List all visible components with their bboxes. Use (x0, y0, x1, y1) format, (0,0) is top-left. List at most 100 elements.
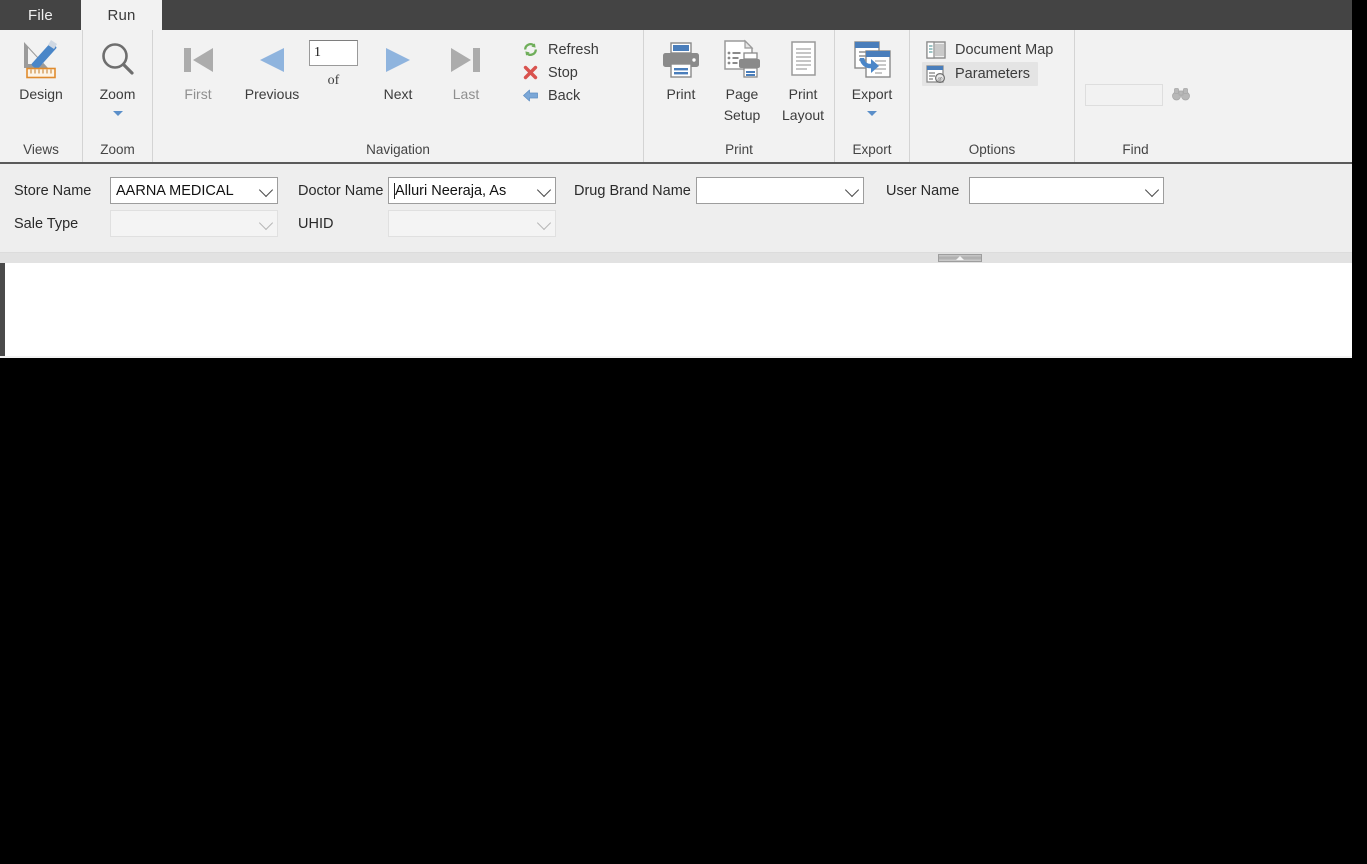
ribbon-group-find: Find (1074, 30, 1196, 162)
stop-icon (522, 64, 539, 81)
ribbon-group-print: Print Page Setup Print Layout Print (643, 30, 834, 162)
page-setup-label: Page Setup (723, 86, 761, 123)
back-button[interactable]: Back (518, 84, 607, 107)
back-arrow-icon (522, 87, 539, 104)
stop-button[interactable]: Stop (518, 61, 607, 84)
search-icon[interactable] (1171, 86, 1191, 104)
print-layout-icon (780, 38, 826, 82)
print-layout-label: Print Layout (782, 86, 825, 123)
user-name-label: User Name (886, 182, 960, 199)
store-name-value: AARNA MEDICAL (116, 182, 234, 199)
search-input[interactable] (1085, 84, 1163, 106)
print-layout-button[interactable]: Print Layout (772, 36, 834, 128)
document-map-icon (926, 41, 946, 59)
drug-brand-name-dropdown[interactable] (696, 177, 864, 204)
chevron-down-icon (844, 182, 860, 197)
tab-file-label: File (28, 6, 53, 24)
ribbon-group-views-title: Views (23, 142, 59, 157)
document-map-button[interactable]: Document Map (922, 38, 1061, 62)
refresh-label: Refresh (548, 41, 599, 58)
uhid-dropdown[interactable] (388, 210, 556, 237)
parameters-splitter[interactable] (0, 252, 1352, 263)
chevron-up-icon (956, 256, 964, 260)
refresh-icon (522, 41, 539, 58)
parameters-button[interactable]: @ Parameters (922, 62, 1038, 86)
report-parameters-panel: Store Name AARNA MEDICAL Doctor Name All… (0, 164, 1352, 252)
store-name-dropdown[interactable]: AARNA MEDICAL (110, 177, 278, 204)
back-label: Back (548, 87, 581, 104)
ribbon-group-zoom-title: Zoom (100, 142, 135, 157)
sale-type-dropdown[interactable] (110, 210, 278, 237)
report-viewer-window: File Run Design Views Zoom Zoom First Pr… (0, 0, 1352, 358)
design-icon (18, 38, 64, 82)
export-icon (850, 38, 894, 82)
design-button[interactable]: Design (14, 36, 68, 107)
document-map-label: Document Map (955, 42, 1054, 58)
tab-run-label: Run (107, 6, 136, 24)
page-number-input[interactable] (309, 40, 358, 66)
parameters-collapse-handle[interactable] (938, 254, 982, 262)
previous-page-icon (251, 38, 293, 82)
store-name-label: Store Name (14, 182, 92, 199)
print-button-label: Print (666, 86, 696, 102)
ribbon-group-find-title: Find (1122, 142, 1149, 157)
page-setup-button[interactable]: Page Setup (712, 36, 772, 128)
of-label: of (327, 73, 340, 88)
next-page-button[interactable]: Next (364, 36, 432, 107)
ribbon-group-navigation: First Previous of (152, 30, 643, 162)
chevron-down-icon (536, 215, 552, 230)
last-page-icon (445, 38, 487, 82)
last-page-label: Last (452, 86, 480, 102)
magnifier-icon (96, 38, 140, 82)
next-page-icon (377, 38, 419, 82)
first-page-button[interactable]: First (161, 36, 235, 107)
uhid-label: UHID (298, 215, 334, 232)
user-name-dropdown[interactable] (969, 177, 1164, 204)
design-button-label: Design (19, 86, 63, 102)
doctor-name-dropdown[interactable]: Alluri Neeraja, As (388, 177, 556, 204)
print-button[interactable]: Print (650, 36, 712, 107)
tab-file[interactable]: File (0, 0, 81, 30)
ribbon-group-options: Document Map @ Parameters Options (909, 30, 1074, 162)
next-page-label: Next (383, 86, 413, 102)
parameters-label: Parameters (955, 66, 1030, 82)
last-page-button[interactable]: Last (432, 36, 500, 107)
chevron-down-icon (258, 215, 274, 230)
sale-type-label: Sale Type (14, 215, 79, 232)
chevron-down-icon[interactable] (112, 111, 123, 116)
ribbon-group-navigation-title: Navigation (366, 142, 430, 157)
stop-label: Stop (548, 64, 578, 81)
zoom-button[interactable]: Zoom (92, 36, 144, 118)
svg-text:@: @ (937, 77, 942, 83)
refresh-button[interactable]: Refresh (518, 38, 607, 61)
ribbon-group-export: Export Export (834, 30, 909, 162)
doctor-name-label: Doctor Name (298, 182, 384, 199)
export-button[interactable]: Export (846, 36, 898, 118)
ribbon: Design Views Zoom Zoom First Previous 1 … (0, 30, 1352, 164)
previous-page-button[interactable]: Previous (235, 36, 309, 107)
chevron-down-icon[interactable] (867, 111, 877, 116)
zoom-button-label: Zoom (99, 86, 136, 102)
chevron-down-icon (258, 182, 274, 197)
parameters-icon: @ (926, 65, 946, 83)
ribbon-group-views: Design Views (0, 30, 82, 162)
ribbon-group-options-title: Options (968, 142, 1016, 157)
export-button-label: Export (851, 86, 893, 102)
parameters-row-1: Store Name AARNA MEDICAL Doctor Name All… (0, 174, 1352, 207)
navigation-small-buttons: Refresh Stop Back (518, 36, 607, 107)
page-setup-icon (719, 38, 765, 82)
ribbon-group-print-title: Print (725, 142, 753, 157)
tab-run[interactable]: Run (81, 0, 162, 30)
first-page-label: First (184, 86, 212, 102)
first-page-icon (177, 38, 219, 82)
chevron-down-icon (1144, 182, 1160, 197)
ribbon-tab-strip: File Run (0, 0, 1352, 30)
ribbon-group-zoom: Zoom Zoom (82, 30, 152, 162)
drug-brand-name-label: Drug Brand Name (574, 182, 691, 199)
report-canvas[interactable] (0, 263, 1352, 356)
page-number-area: of (309, 36, 358, 89)
chevron-down-icon (536, 182, 552, 197)
previous-page-label: Previous (244, 86, 300, 102)
doctor-name-value: Alluri Neeraja, As (394, 182, 507, 199)
parameters-row-2: Sale Type UHID (0, 207, 1352, 240)
